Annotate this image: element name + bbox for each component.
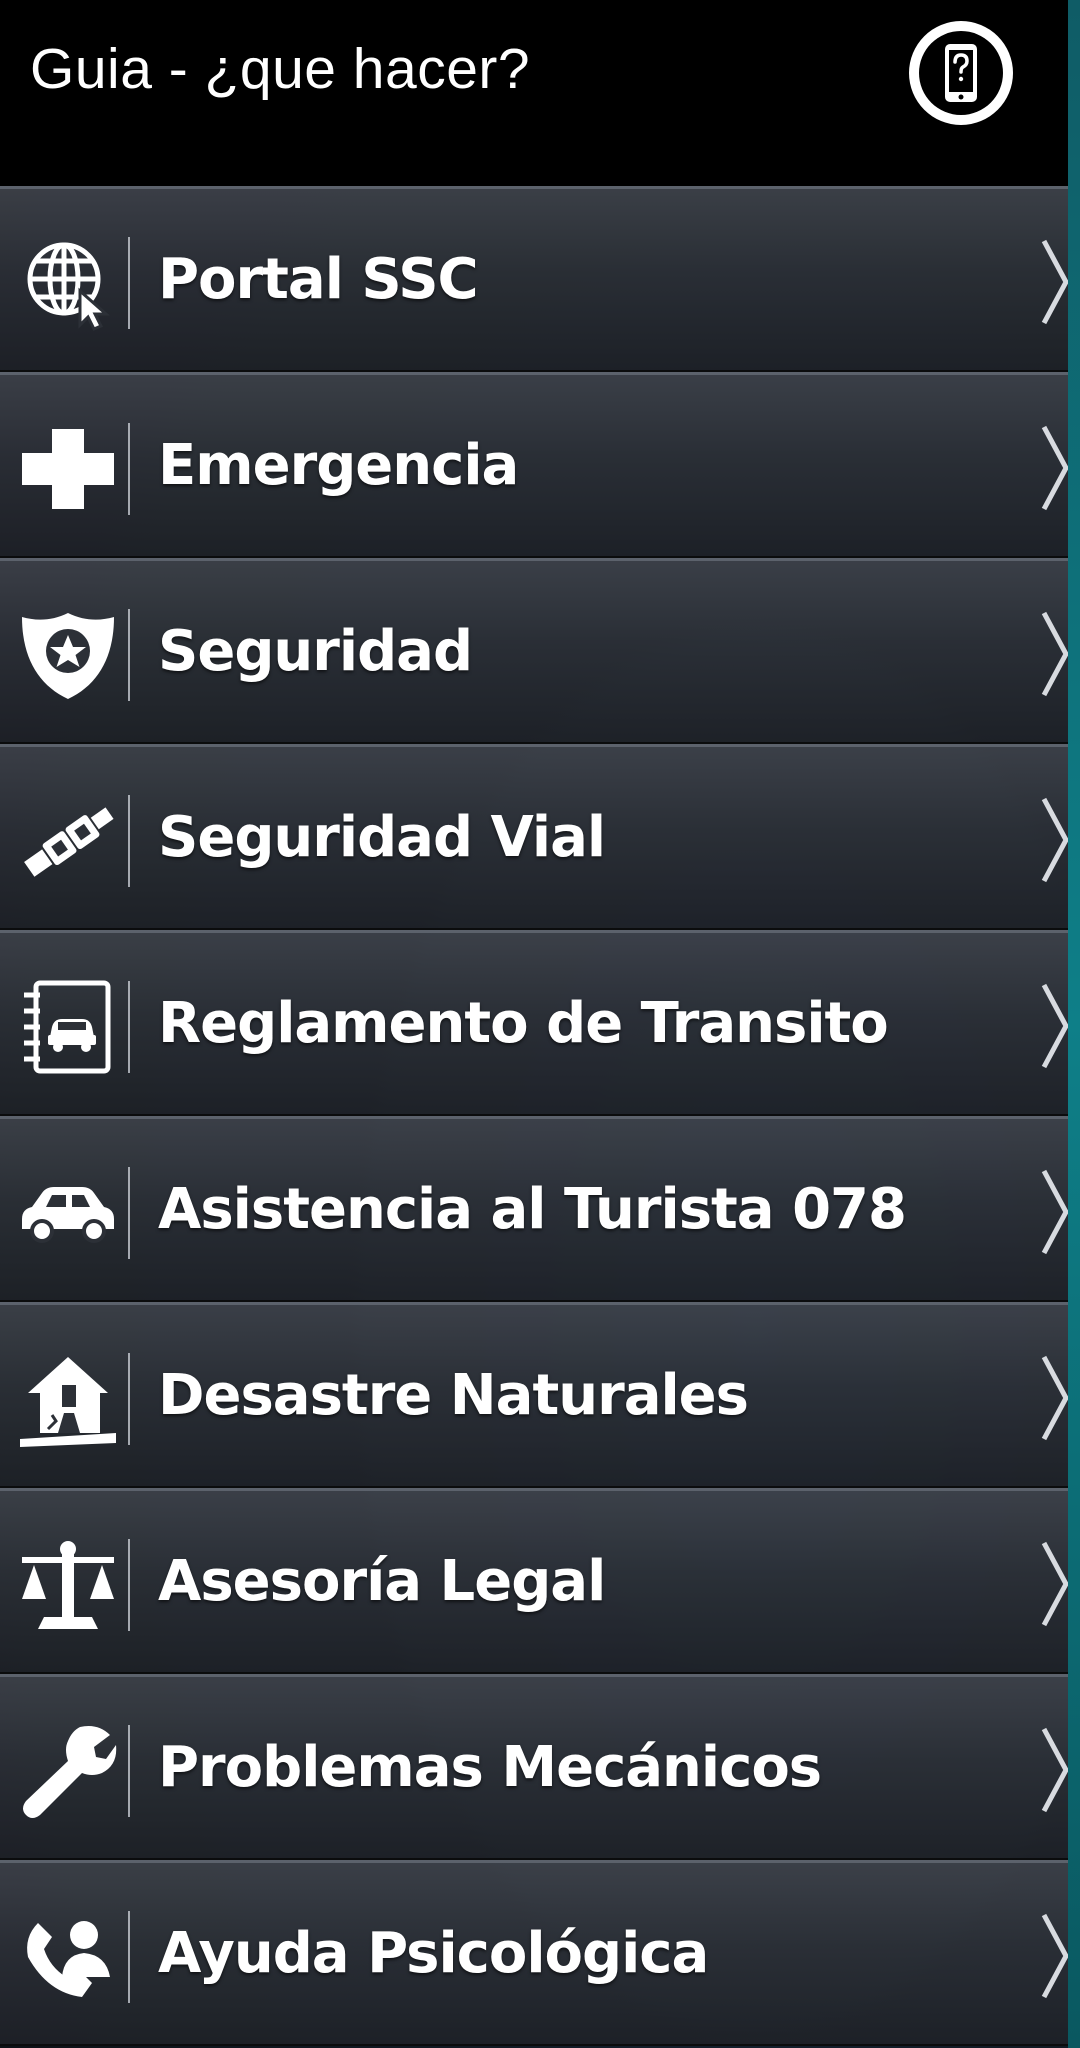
help-button[interactable] xyxy=(904,16,1018,130)
menu-item-ayuda-psicologica[interactable]: Ayuda Psicológica xyxy=(0,1860,1070,2046)
seatbelt-icon xyxy=(18,791,118,891)
row-divider xyxy=(128,423,130,515)
menu-item-label: Asistencia al Turista 078 xyxy=(158,1177,907,1242)
row-divider xyxy=(128,981,130,1073)
chevron-right-icon xyxy=(1040,609,1070,699)
menu-item-label: Asesoría Legal xyxy=(158,1549,606,1614)
menu-item-reglamento-de-transito[interactable]: Reglamento de Transito xyxy=(0,930,1070,1116)
menu-item-seguridad[interactable]: Seguridad xyxy=(0,558,1070,744)
row-divider xyxy=(128,1539,130,1631)
menu-item-label: Seguridad Vial xyxy=(158,805,606,870)
page-title: Guia - ¿que hacer? xyxy=(30,37,531,101)
row-divider xyxy=(128,237,130,329)
chevron-right-icon xyxy=(1040,1725,1070,1815)
wrench-icon xyxy=(18,1721,118,1821)
medical-cross-icon xyxy=(18,419,118,519)
chevron-right-icon xyxy=(1040,237,1070,327)
menu-item-asesoria-legal[interactable]: Asesoría Legal xyxy=(0,1488,1070,1674)
menu-item-label: Reglamento de Transito xyxy=(158,991,889,1056)
chevron-right-icon xyxy=(1040,981,1070,1071)
menu-item-portal-ssc[interactable]: Portal SSC xyxy=(0,186,1070,372)
chevron-right-icon xyxy=(1040,1353,1070,1443)
menu-item-asistencia-al-turista[interactable]: Asistencia al Turista 078 xyxy=(0,1116,1070,1302)
chevron-right-icon xyxy=(1040,1911,1070,2001)
collapsed-house-icon xyxy=(18,1349,118,1449)
row-divider xyxy=(128,609,130,701)
menu-item-problemas-mecanicos[interactable]: Problemas Mecánicos xyxy=(0,1674,1070,1860)
app-screen: Guia - ¿que hacer? Portal SSC Emergencia… xyxy=(0,0,1080,2048)
menu-list: Portal SSC Emergencia Seguridad Segurida… xyxy=(0,186,1070,2046)
chevron-right-icon xyxy=(1040,1539,1070,1629)
row-divider xyxy=(128,1353,130,1445)
car-icon xyxy=(18,1163,118,1263)
row-divider xyxy=(128,1167,130,1259)
menu-item-label: Ayuda Psicológica xyxy=(158,1921,709,1986)
menu-item-label: Desastre Naturales xyxy=(158,1363,749,1428)
chevron-right-icon xyxy=(1040,1167,1070,1257)
rulebook-car-icon xyxy=(18,977,118,1077)
globe-cursor-icon xyxy=(18,233,118,333)
menu-item-label: Portal SSC xyxy=(158,247,479,312)
edge-accent-strip xyxy=(1068,0,1080,2048)
phone-person-icon xyxy=(18,1907,118,2007)
menu-item-label: Problemas Mecánicos xyxy=(158,1735,822,1800)
row-divider xyxy=(128,1725,130,1817)
row-divider xyxy=(128,1911,130,2003)
menu-item-desastre-naturales[interactable]: Desastre Naturales xyxy=(0,1302,1070,1488)
app-header: Guia - ¿que hacer? xyxy=(0,0,1068,186)
scales-icon xyxy=(18,1535,118,1635)
chevron-right-icon xyxy=(1040,795,1070,885)
menu-item-label: Seguridad xyxy=(158,619,473,684)
phone-question-icon xyxy=(909,21,1013,125)
chevron-right-icon xyxy=(1040,423,1070,513)
row-divider xyxy=(128,795,130,887)
shield-star-icon xyxy=(18,605,118,705)
menu-item-label: Emergencia xyxy=(158,433,519,498)
menu-item-seguridad-vial[interactable]: Seguridad Vial xyxy=(0,744,1070,930)
menu-item-emergencia[interactable]: Emergencia xyxy=(0,372,1070,558)
